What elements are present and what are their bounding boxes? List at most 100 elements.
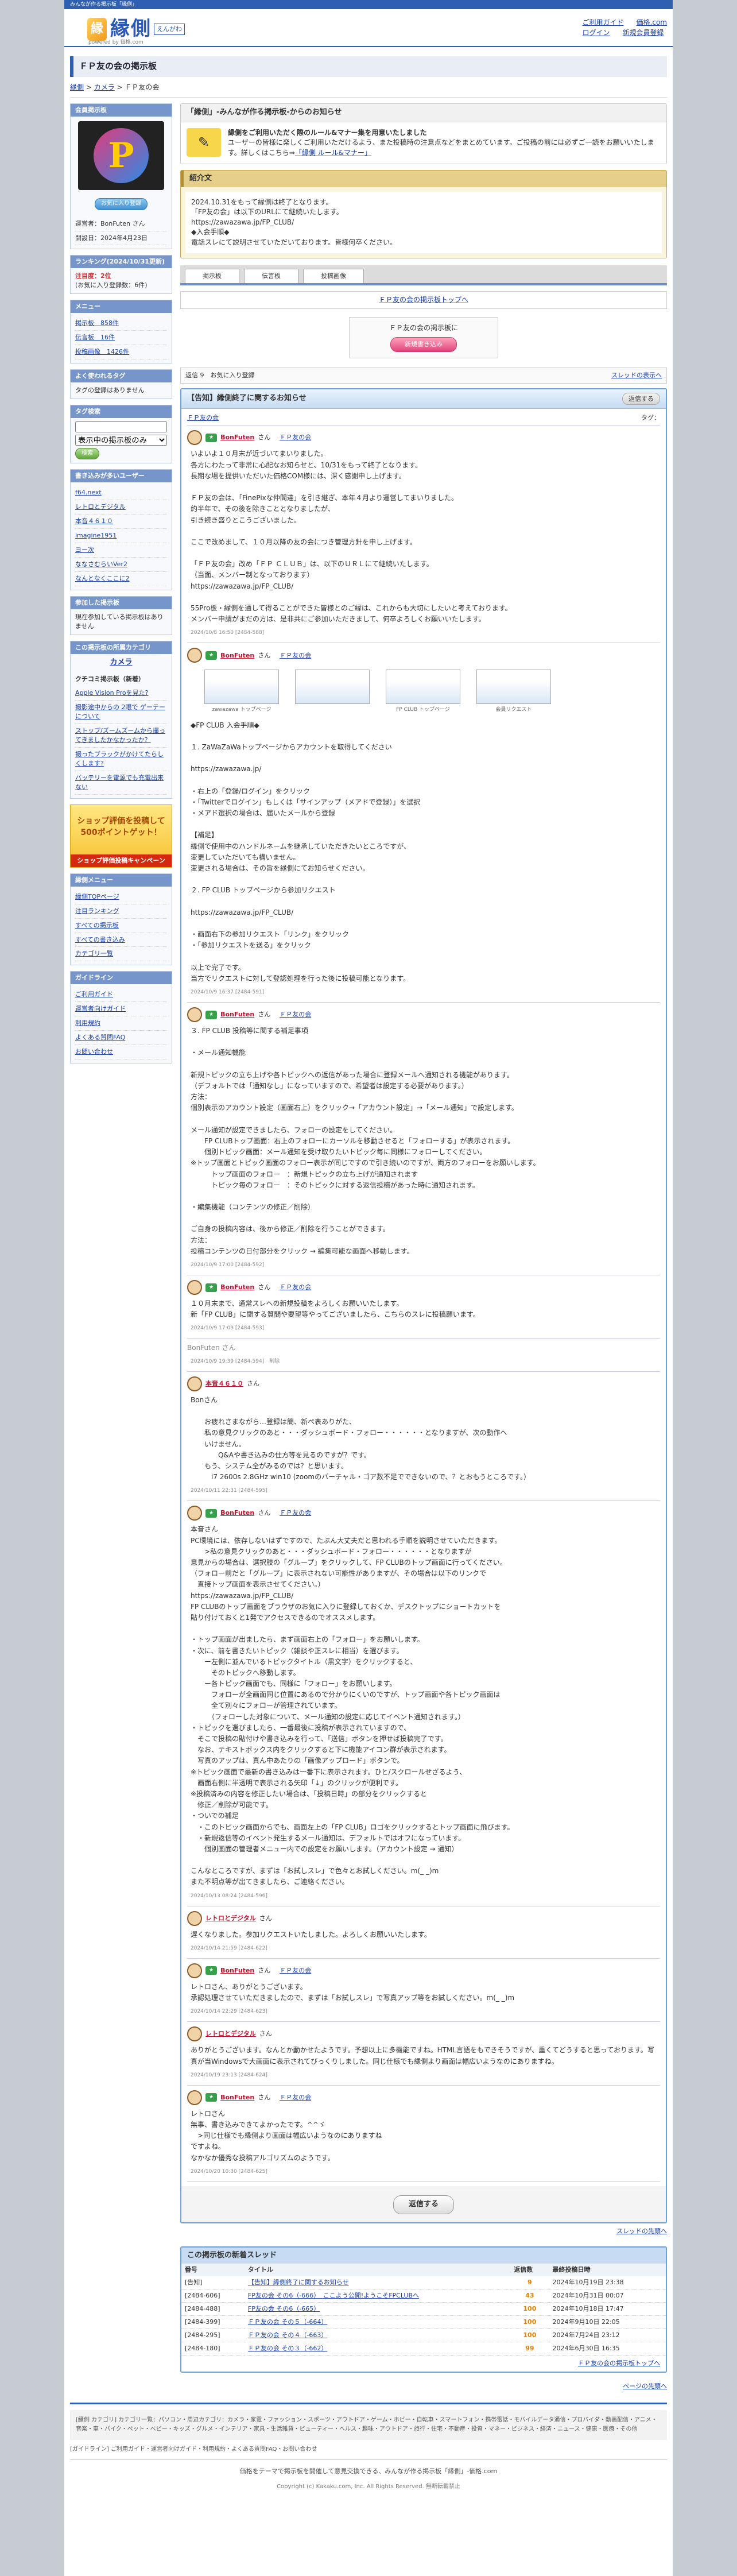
post-date[interactable]: 2024/10/9 17:00: [191, 1262, 234, 1268]
thread-view-link[interactable]: スレッドの表示へ: [611, 371, 662, 380]
thread-row[interactable]: [2484-295] ＦＰ友の会 その４（-663） 100 2024年7月24日 2…: [181, 2329, 666, 2342]
post-board-link[interactable]: ＦＰ友の会: [280, 1966, 311, 1975]
guide-item[interactable]: よくある質問FAQ: [75, 1034, 125, 1041]
post-author[interactable]: BonFuten: [220, 1966, 254, 1975]
qa-link[interactable]: バッテリーを電源でも充電出来ない: [75, 774, 164, 791]
post-date[interactable]: 2024/10/14 22:29: [191, 2009, 237, 2014]
row-title[interactable]: 【告知】縁側終了に関するお知らせ: [248, 2279, 349, 2286]
tab-message[interactable]: 伝言板: [244, 268, 298, 283]
post-date[interactable]: 2024/10/14 21:59: [191, 1945, 237, 1951]
post-board-link[interactable]: ＦＰ友の会: [280, 2093, 311, 2102]
grade-badge: ★: [205, 1010, 218, 1019]
menu-message[interactable]: 伝言板 16件: [75, 334, 115, 341]
post-author[interactable]: BonFuten: [220, 651, 254, 660]
new-post-box: ＦＰ友の会の掲示板に 新規書き込み: [349, 317, 498, 358]
post-board-link[interactable]: ＦＰ友の会: [280, 1010, 311, 1019]
row-number: [2484-180]: [181, 2342, 245, 2355]
user-link[interactable]: レトロとデジタル: [75, 503, 126, 510]
tag-scope-select[interactable]: 表示中の掲示板のみ: [75, 434, 167, 446]
thread-top-link[interactable]: スレッドの先頭へ: [616, 2227, 667, 2235]
post-image[interactable]: FP CLUB トップページ: [386, 670, 460, 714]
thread-row[interactable]: [2484-180] ＦＰ友の会 その３（-662） 99 2024年6月30日 16…: [181, 2342, 666, 2355]
post-date[interactable]: 2024/10/9 19:39: [191, 1359, 234, 1364]
tag-search-button[interactable]: 検索: [75, 447, 99, 460]
engawa-link[interactable]: カテゴリ一覧: [75, 950, 113, 957]
guide-item[interactable]: ご利用ガイド: [75, 991, 113, 998]
campaign-banner[interactable]: ショップ評価を投稿して 500ポイントゲット！ ショップ評価投稿キャンペーン: [70, 804, 172, 868]
post-image[interactable]: 会員リクエスト: [476, 670, 551, 714]
crumb-cat[interactable]: カメラ: [94, 83, 115, 91]
board-tabs: 掲示板 伝言板 投稿画像: [180, 265, 667, 285]
post-date[interactable]: 2024/10/19 23:13: [191, 2072, 237, 2078]
post-date[interactable]: 2024/10/8 16:50: [191, 630, 234, 636]
guide-item[interactable]: 利用規約: [75, 1019, 100, 1027]
new-post-button[interactable]: 新規書き込み: [390, 336, 457, 352]
rules-link[interactable]: 「縁側 ルール&マナー」: [295, 149, 371, 157]
post-author[interactable]: BonFuten: [220, 1283, 254, 1292]
post-author[interactable]: BonFuten: [220, 433, 254, 442]
row-date: 2024年10月31日 00:07: [549, 2289, 666, 2303]
board-top-link-bottom[interactable]: ＦＰ友の会の掲示板トップへ: [578, 2360, 660, 2367]
post-board-link[interactable]: ＦＰ友の会: [280, 1283, 311, 1292]
user-link[interactable]: ななさむらいVer2: [75, 560, 127, 568]
user-link[interactable]: ヨー次: [75, 546, 94, 554]
row-title[interactable]: FP友の会 その6（-666） ここよう公開!ようこそFPCLUBへ: [248, 2292, 419, 2299]
user-link[interactable]: f64.next: [75, 489, 102, 496]
guide-link[interactable]: ご利用ガイド: [583, 18, 624, 26]
engawa-link[interactable]: すべての書き込み: [75, 936, 125, 943]
thread-board-link[interactable]: ＦＰ友の会: [187, 413, 219, 423]
post-author[interactable]: 本音４６１０: [205, 1379, 243, 1388]
board-top-link[interactable]: ＦＰ友の会の掲示板トップへ: [379, 296, 468, 304]
tag-search-input[interactable]: [75, 421, 167, 432]
post-author[interactable]: BonFuten: [220, 2093, 254, 2102]
post-image[interactable]: zawazawa トップページ: [204, 670, 279, 714]
reply-button[interactable]: 返信する: [393, 2195, 454, 2214]
post-board-link[interactable]: ＦＰ友の会: [280, 651, 311, 660]
thread-row[interactable]: [2484-488] FP友の会 その6（-665） 100 2024年10月18日 …: [181, 2302, 666, 2316]
post-date[interactable]: 2024/10/13 08:24: [191, 1893, 237, 1899]
reply-button-top[interactable]: 返信する: [622, 392, 660, 405]
kakaku-link[interactable]: 価格.com: [637, 18, 667, 26]
tab-images[interactable]: 投稿画像: [303, 268, 364, 283]
post-date[interactable]: 2024/10/11 22:31: [191, 1488, 237, 1494]
crumb-home[interactable]: 縁側: [70, 83, 84, 91]
thread-row[interactable]: [告知] 【告知】縁側終了に関するお知らせ 9 2024年10月19日 23:38: [181, 2276, 666, 2290]
engawa-link[interactable]: 注目ランキング: [75, 907, 119, 915]
menu-images[interactable]: 投稿画像 1426件: [75, 348, 129, 355]
thread-row[interactable]: [2484-606] FP友の会 その6（-666） ここよう公開!ようこそFPC…: [181, 2289, 666, 2303]
engawa-link[interactable]: 縁側TOPページ: [75, 893, 119, 900]
category-link[interactable]: カメラ: [110, 658, 132, 667]
post-date[interactable]: 2024/10/20 10:30: [191, 2169, 237, 2175]
login-link[interactable]: ログイン: [583, 29, 610, 37]
post-author[interactable]: レトロとデジタル: [205, 1914, 256, 1923]
qa-link[interactable]: ストップ/ズームズームから撮ってきましたかなかったか？: [75, 727, 165, 744]
post-date[interactable]: 2024/10/9 17:09: [191, 1325, 234, 1331]
menu-board[interactable]: 掲示板 858件: [75, 319, 119, 327]
row-title[interactable]: ＦＰ友の会 その３（-662）: [248, 2345, 327, 2352]
tab-board[interactable]: 掲示板: [185, 268, 239, 283]
user-link[interactable]: imagine1951: [75, 532, 117, 539]
qa-link[interactable]: 撮ったブラックがかけてたらしくします?: [75, 751, 164, 767]
thread-tools-left[interactable]: 返信 9 お気に入り登録: [185, 371, 255, 380]
post-author[interactable]: レトロとデジタル: [205, 2029, 256, 2039]
row-title[interactable]: ＦＰ友の会 その５（-664）: [248, 2318, 327, 2326]
guide-item[interactable]: 運営者向けガイド: [75, 1005, 126, 1012]
thread-row[interactable]: [2484-399] ＦＰ友の会 その５（-664） 100 2024年9月10日 2…: [181, 2315, 666, 2330]
row-title[interactable]: FP友の会 その6（-665）: [248, 2305, 320, 2312]
register-link[interactable]: 新規会員登録: [623, 29, 664, 37]
user-link[interactable]: なんとなくここに2: [75, 575, 130, 582]
post-author[interactable]: BonFuten: [220, 1509, 254, 1518]
guide-item[interactable]: お問い合わせ: [75, 1048, 113, 1055]
post-board-link[interactable]: ＦＰ友の会: [280, 1509, 311, 1518]
row-title[interactable]: ＦＰ友の会 その４（-663）: [248, 2331, 327, 2339]
fav-button[interactable]: お気に入り登録: [95, 198, 148, 210]
qa-link[interactable]: Apple Vision Proを見た?: [75, 689, 148, 697]
page-top-link[interactable]: ページの先頭へ: [623, 2382, 667, 2390]
post-board-link[interactable]: ＦＰ友の会: [280, 433, 311, 442]
user-link[interactable]: 本音４６１０: [75, 517, 113, 525]
qa-link[interactable]: 撮影途中からの 2眼で ゲーテーについて: [75, 703, 165, 720]
post-date[interactable]: 2024/10/9 16:37: [191, 989, 234, 995]
post-author[interactable]: BonFuten: [220, 1010, 254, 1019]
engawa-link[interactable]: すべての掲示板: [75, 922, 119, 929]
post-image[interactable]: [295, 670, 370, 714]
